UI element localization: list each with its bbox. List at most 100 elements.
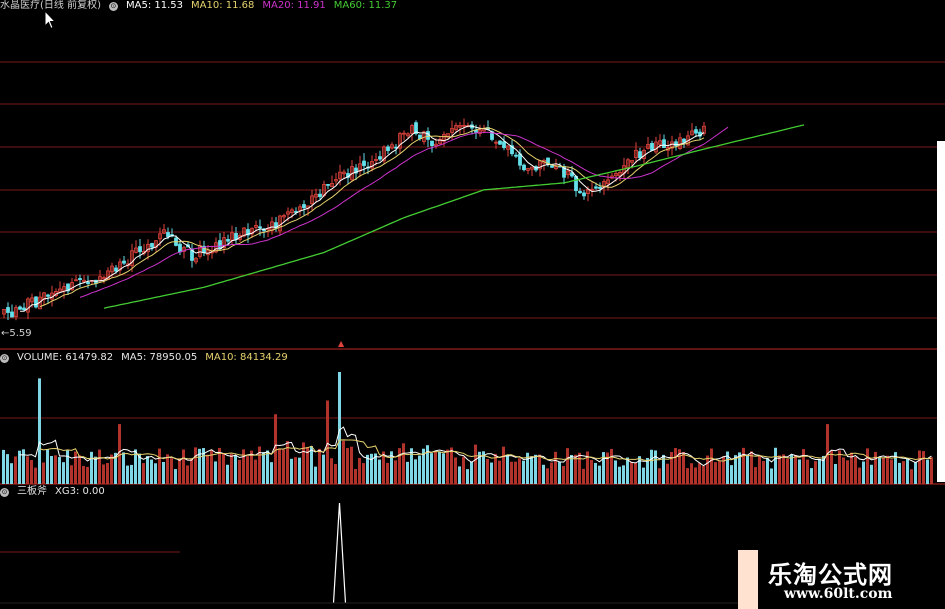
volume-bar — [142, 463, 145, 484]
volume-bar — [818, 458, 821, 484]
volume-info-row: ⊙ VOLUME: 61479.82 MA5: 78950.05 MA10: 8… — [0, 352, 288, 364]
watermark-title: 乐淘公式网 — [768, 561, 893, 589]
volume-bar — [326, 400, 329, 484]
volume-bar — [654, 450, 657, 484]
volume-bar — [834, 463, 837, 484]
candle-body — [86, 282, 90, 284]
volume-bar — [434, 451, 437, 484]
volume-bar — [362, 463, 365, 484]
volume-bar — [770, 468, 773, 484]
volume-bar — [282, 449, 285, 484]
volume-bar — [758, 454, 761, 484]
volume-bar — [254, 459, 257, 484]
candle-body — [234, 232, 238, 240]
volume-bar — [166, 454, 169, 484]
watermark-url: www.60lt.com — [784, 586, 893, 602]
volume-bar — [702, 466, 705, 484]
volume-bar — [234, 455, 237, 484]
volume-bar — [710, 448, 713, 484]
volume-bar — [650, 449, 653, 484]
candle-body — [514, 154, 518, 157]
volume-bar — [90, 451, 93, 484]
volume-bar — [186, 465, 189, 484]
candle-body — [594, 186, 598, 189]
volume-bar — [310, 446, 313, 484]
volume-bar — [578, 452, 581, 484]
volume-bar — [898, 462, 901, 484]
volume-bar — [402, 443, 405, 484]
ma10-line — [39, 127, 705, 308]
volume-bar — [490, 462, 493, 484]
volume-bar — [538, 454, 541, 484]
volume-bar — [118, 424, 121, 484]
volume-bar — [742, 447, 745, 484]
volume-bar — [830, 450, 833, 484]
volume-bar — [590, 459, 593, 484]
volume-bar — [350, 446, 353, 484]
volume-bar — [570, 455, 573, 484]
volume-bar — [814, 461, 817, 484]
volume-bar — [470, 461, 473, 484]
candle-body — [522, 164, 526, 171]
indicator-settings-circle-icon[interactable]: ⊙ — [0, 487, 9, 497]
volume-bar — [394, 460, 397, 484]
low-price-marker: ←5.59 — [1, 328, 32, 340]
volume-bar — [78, 455, 81, 484]
volume-bar — [10, 463, 13, 484]
volume-bar — [354, 468, 357, 484]
volume-bar — [158, 448, 161, 484]
volume-bar — [194, 447, 197, 484]
candle-body — [78, 278, 82, 280]
volume-bar — [878, 456, 881, 484]
volume-bar — [550, 462, 553, 484]
volume-bar — [238, 459, 241, 484]
volume-bar — [130, 464, 133, 484]
volume-bar — [530, 456, 533, 484]
ma20-label: MA20: 11.91 — [262, 0, 326, 11]
volume-bar — [682, 451, 685, 484]
ma60-line — [103, 124, 805, 309]
candle-body — [498, 140, 502, 145]
volume-bar — [74, 451, 77, 484]
volume-bar — [786, 458, 789, 484]
watermark: 乐淘公式网 www.60lt.com — [738, 548, 945, 609]
volume-bar — [498, 460, 501, 484]
candle-body — [150, 243, 154, 248]
volume-bar — [82, 465, 85, 484]
volume-bar — [18, 450, 21, 484]
volume-bar — [582, 468, 585, 484]
volume-bar — [706, 455, 709, 484]
volume-bar — [774, 447, 777, 484]
candle-body — [302, 204, 306, 209]
volume-bar — [922, 451, 925, 484]
volume-bar — [322, 454, 325, 484]
volume-bar — [230, 453, 233, 484]
watermark-badge — [738, 550, 758, 609]
stock-chart-canvas: ▲ — [0, 61, 945, 604]
volume-bar — [474, 444, 477, 484]
candle-body — [178, 243, 182, 253]
settings-circle-icon[interactable]: ⊙ — [108, 1, 118, 11]
volume-bar — [762, 461, 765, 484]
volume-bar — [642, 467, 645, 484]
volume-bar — [806, 459, 809, 484]
volume-bar — [406, 461, 409, 484]
volume-settings-circle-icon[interactable]: ⊙ — [0, 353, 9, 363]
volume-bar — [294, 457, 297, 484]
volume-bar — [2, 449, 5, 484]
volume-bar — [714, 462, 717, 484]
volume-bar — [358, 457, 361, 484]
volume-bar — [802, 449, 805, 484]
volume-bar — [842, 457, 845, 484]
indicator-info-row: ⊙ 三板斧 XG3: 0.00 — [0, 486, 105, 498]
volume-bar — [106, 462, 109, 484]
ma20-line — [79, 126, 729, 298]
volume-bar — [910, 469, 913, 484]
volume-bar — [610, 448, 613, 484]
volume-bar — [54, 455, 57, 484]
volume-bar — [870, 464, 873, 484]
volume-bar — [510, 461, 513, 484]
signal-marker: ▲ — [338, 339, 345, 348]
volume-bar — [190, 458, 193, 484]
volume-bar — [630, 461, 633, 484]
